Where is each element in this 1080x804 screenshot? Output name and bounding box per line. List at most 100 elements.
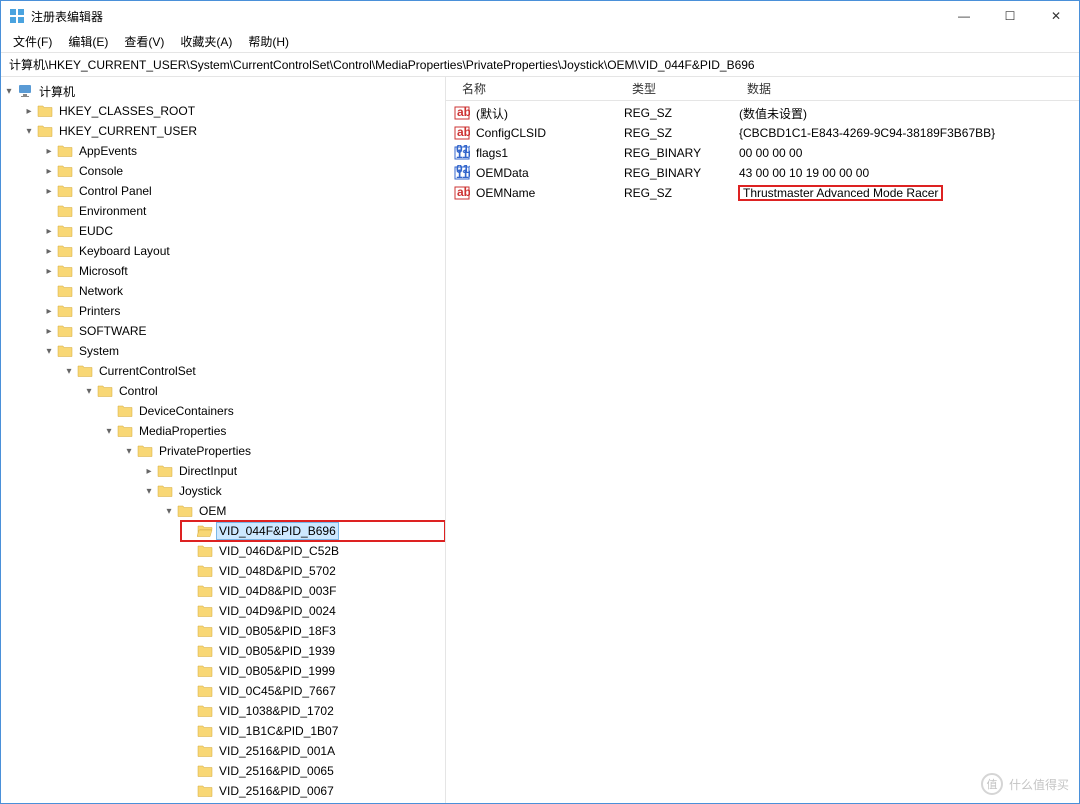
menu-edit[interactable]: 编辑(E) [60, 31, 116, 52]
menu-help[interactable]: 帮助(H) [240, 31, 297, 52]
menu-file[interactable]: 文件(F) [5, 31, 60, 52]
value-row[interactable]: OEMNameREG_SZThrustmaster Advanced Mode … [454, 183, 1079, 203]
folder-icon [117, 403, 133, 419]
menu-favorites[interactable]: 收藏夹(A) [172, 31, 240, 52]
folder-icon [57, 283, 73, 299]
tree-hkcr[interactable]: HKEY_CLASSES_ROOT [57, 103, 197, 119]
expand-icon[interactable]: ▸ [141, 466, 157, 477]
folder-icon [57, 303, 73, 319]
folder-icon [57, 323, 73, 339]
expand-icon[interactable]: ▾ [161, 506, 177, 517]
folder-icon [197, 563, 213, 579]
tree-item[interactable]: VID_2516&PID_001A [217, 743, 337, 759]
tree-item[interactable]: SOFTWARE [77, 323, 149, 339]
tree-item[interactable]: MediaProperties [137, 423, 228, 439]
expand-icon[interactable]: ▸ [41, 306, 57, 317]
address-bar[interactable]: 计算机\HKEY_CURRENT_USER\System\CurrentCont… [1, 53, 1079, 77]
expand-icon[interactable]: ▸ [41, 246, 57, 257]
binary-value-icon [454, 145, 470, 161]
tree-item[interactable]: VID_04D9&PID_0024 [217, 603, 338, 619]
tree-item[interactable]: PrivateProperties [157, 443, 253, 459]
folder-icon [37, 123, 53, 139]
value-row[interactable]: flags1REG_BINARY00 00 00 00 [454, 143, 1079, 163]
tree-item[interactable]: VID_1038&PID_1702 [217, 703, 336, 719]
values-pane[interactable]: 名称 类型 数据 (默认)REG_SZ(数值未设置)ConfigCLSIDREG… [446, 77, 1079, 803]
tree-item[interactable]: VID_046D&PID_C52B [217, 543, 341, 559]
minimize-button[interactable]: — [941, 1, 987, 31]
folder-icon [197, 583, 213, 599]
tree-item[interactable]: Control Panel [77, 183, 154, 199]
value-row[interactable]: ConfigCLSIDREG_SZ{CBCBD1C1-E843-4269-9C9… [454, 123, 1079, 143]
tree-item[interactable]: Environment [77, 203, 148, 219]
expand-icon[interactable]: ▾ [61, 366, 77, 377]
folder-icon [57, 183, 73, 199]
value-row[interactable]: OEMDataREG_BINARY43 00 00 10 19 00 00 00 [454, 163, 1079, 183]
tree-item-selected[interactable]: VID_044F&PID_B696 [217, 523, 338, 539]
tree-item[interactable]: VID_2516&PID_0065 [217, 763, 336, 779]
tree-root[interactable]: 计算机 [37, 82, 77, 101]
tree-item[interactable]: Network [77, 283, 125, 299]
tree-item[interactable]: System [77, 343, 121, 359]
tree-item[interactable]: CurrentControlSet [97, 363, 198, 379]
folder-icon [197, 603, 213, 619]
tree-item[interactable]: Control [117, 383, 160, 399]
tree-item[interactable]: Joystick [177, 483, 224, 499]
tree-item[interactable]: VID_04D8&PID_003F [217, 583, 338, 599]
list-body: (默认)REG_SZ(数值未设置)ConfigCLSIDREG_SZ{CBCBD… [446, 101, 1079, 205]
menu-view[interactable]: 查看(V) [116, 31, 172, 52]
tree-item[interactable]: AppEvents [77, 143, 139, 159]
expand-icon[interactable]: ▸ [41, 226, 57, 237]
folder-icon [37, 103, 53, 119]
value-row[interactable]: (默认)REG_SZ(数值未设置) [454, 103, 1079, 123]
tree-item[interactable]: VID_0B05&PID_1939 [217, 643, 337, 659]
tree-hkcu[interactable]: HKEY_CURRENT_USER [57, 123, 199, 139]
expand-icon[interactable]: ▸ [41, 146, 57, 157]
value-type: REG_BINARY [624, 166, 739, 180]
folder-icon [197, 723, 213, 739]
list-header: 名称 类型 数据 [446, 77, 1079, 101]
col-type[interactable]: 类型 [624, 77, 739, 101]
folder-icon [157, 483, 173, 499]
expand-icon[interactable]: ▾ [81, 386, 97, 397]
folder-icon [197, 683, 213, 699]
folder-icon [57, 243, 73, 259]
col-data[interactable]: 数据 [739, 77, 1079, 101]
watermark: 值 什么值得买 [981, 773, 1069, 795]
tree-item[interactable]: VID_2516&PID_0067 [217, 783, 336, 799]
expand-icon[interactable]: ▸ [41, 166, 57, 177]
expand-icon[interactable]: ▸ [41, 266, 57, 277]
tree-item[interactable]: Microsoft [77, 263, 130, 279]
expand-icon[interactable]: ▾ [101, 426, 117, 437]
col-name[interactable]: 名称 [454, 77, 624, 101]
tree-item[interactable]: VID_1B1C&PID_1B07 [217, 723, 340, 739]
expand-icon[interactable]: ▾ [41, 346, 57, 357]
expand-icon[interactable]: ▾ [141, 486, 157, 497]
main-area: ▾ 计算机 ▸ HKEY_CLASSES_ROOT ▾ HKEY_CURRENT_US… [1, 77, 1079, 803]
expand-icon[interactable]: ▸ [41, 326, 57, 337]
expand-icon[interactable]: ▸ [21, 106, 37, 117]
tree-item[interactable]: VID_048D&PID_5702 [217, 563, 338, 579]
folder-icon [177, 503, 193, 519]
tree-item[interactable]: VID_0B05&PID_1999 [217, 663, 337, 679]
tree-item[interactable]: Printers [77, 303, 122, 319]
value-data: (数值未设置) [739, 105, 1079, 122]
expand-icon[interactable]: ▾ [1, 86, 17, 97]
titlebar[interactable]: 注册表编辑器 — ☐ ✕ [1, 1, 1079, 31]
maximize-button[interactable]: ☐ [987, 1, 1033, 31]
expand-icon[interactable]: ▾ [21, 126, 37, 137]
tree-item[interactable]: Keyboard Layout [77, 243, 172, 259]
tree-pane[interactable]: ▾ 计算机 ▸ HKEY_CLASSES_ROOT ▾ HKEY_CURRENT_US… [1, 77, 446, 803]
tree-item[interactable]: EUDC [77, 223, 115, 239]
tree-item[interactable]: OEM [197, 503, 228, 519]
computer-icon [17, 83, 33, 99]
tree-item[interactable]: Console [77, 163, 125, 179]
expand-icon[interactable]: ▾ [121, 446, 137, 457]
value-type: REG_SZ [624, 126, 739, 140]
close-button[interactable]: ✕ [1033, 1, 1079, 31]
expand-icon[interactable]: ▸ [41, 186, 57, 197]
tree-item[interactable]: DeviceContainers [137, 403, 236, 419]
tree-item[interactable]: VID_0B05&PID_18F3 [217, 623, 338, 639]
folder-icon [197, 543, 213, 559]
tree-item[interactable]: DirectInput [177, 463, 239, 479]
tree-item[interactable]: VID_0C45&PID_7667 [217, 683, 338, 699]
